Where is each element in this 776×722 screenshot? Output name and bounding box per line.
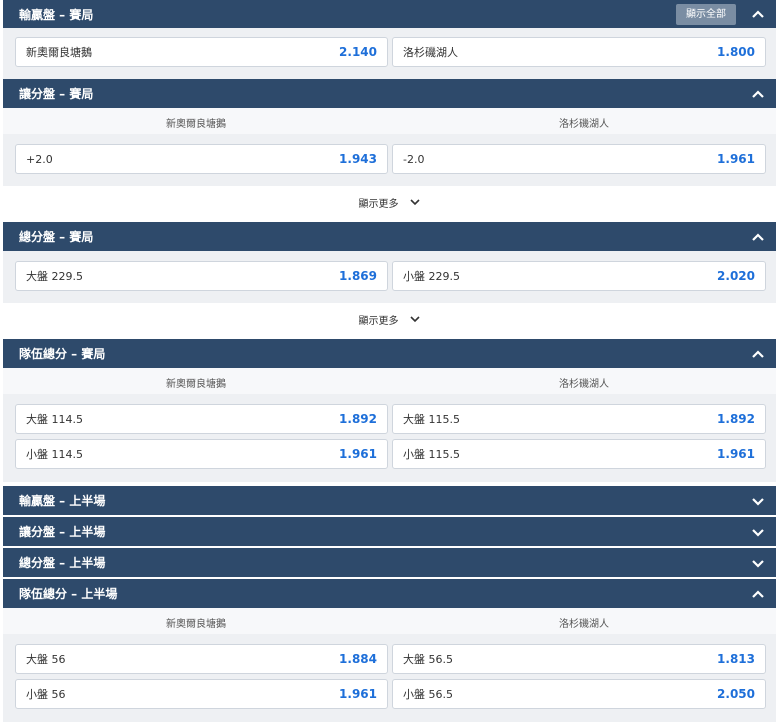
option-label: 新奧爾良塘鵝 xyxy=(26,46,92,59)
option-label: 洛杉磯湖人 xyxy=(403,46,458,59)
option-label: 大盤 115.5 xyxy=(403,413,460,426)
section-header-total-game[interactable]: 總分盤 – 賽局 xyxy=(3,222,776,251)
chevron-down-icon xyxy=(409,199,420,206)
option-price: 2.050 xyxy=(717,687,755,701)
show-more-label: 顯示更多 xyxy=(358,315,399,327)
chevron-down-icon[interactable] xyxy=(740,548,776,577)
show-more-button[interactable]: 顯示更多 xyxy=(3,304,776,334)
option-price: 1.961 xyxy=(339,687,377,701)
column-labels: 新奧爾良塘鵝 洛杉磯湖人 xyxy=(3,108,776,134)
option-label: -2.0 xyxy=(403,152,425,166)
odds-button[interactable]: 小盤 114.5 1.961 xyxy=(15,439,388,469)
column-label: 洛杉磯湖人 xyxy=(559,619,609,630)
chevron-down-icon xyxy=(409,316,420,323)
option-price: 2.020 xyxy=(717,269,755,283)
option-label: 小盤 56.5 xyxy=(403,688,453,701)
column-label: 新奧爾良塘鵝 xyxy=(166,379,226,390)
chevron-up-icon[interactable] xyxy=(740,579,776,608)
show-all-button[interactable]: 顯示全部 xyxy=(676,3,736,25)
odds-button[interactable]: 大盤 56.5 1.813 xyxy=(392,644,766,674)
odds-button[interactable]: 小盤 229.5 2.020 xyxy=(392,261,766,291)
chevron-up-icon[interactable] xyxy=(740,79,776,108)
odds-button[interactable]: 小盤 115.5 1.961 xyxy=(392,439,766,469)
option-price: 1.961 xyxy=(717,152,755,166)
column-labels: 新奧爾良塘鵝 洛杉磯湖人 xyxy=(3,368,776,394)
option-price: 1.943 xyxy=(339,152,377,166)
option-label: 大盤 114.5 xyxy=(26,413,83,426)
option-label: 大盤 56 xyxy=(26,653,66,666)
chevron-down-icon[interactable] xyxy=(740,486,776,515)
section-header-moneyline-1h[interactable]: 輸贏盤 – 上半場 xyxy=(3,486,776,515)
option-label: 小盤 56 xyxy=(26,688,66,701)
section-header-total-1h[interactable]: 總分盤 – 上半場 xyxy=(3,548,776,577)
odds-button[interactable]: 大盤 56 1.884 xyxy=(15,644,388,674)
betting-markets-panel: 輸贏盤 – 賽局 顯示全部 新奧爾良塘鵝 2.140 洛杉磯湖人 1.800 讓… xyxy=(0,0,776,722)
column-label: 新奧爾良塘鵝 xyxy=(166,619,226,630)
odds-button[interactable]: 新奧爾良塘鵝 2.140 xyxy=(15,37,388,67)
odds-button[interactable]: 洛杉磯湖人 1.800 xyxy=(392,37,766,67)
odds-button[interactable]: -2.0 1.961 xyxy=(392,144,766,174)
option-price: 1.813 xyxy=(717,652,755,666)
section-header-spread-1h[interactable]: 讓分盤 – 上半場 xyxy=(3,517,776,546)
section-title: 隊伍總分 – 上半場 xyxy=(19,587,118,601)
section-title: 隊伍總分 – 賽局 xyxy=(19,347,106,361)
option-price: 1.892 xyxy=(717,412,755,426)
section-title: 讓分盤 – 上半場 xyxy=(19,525,106,539)
chevron-up-icon[interactable] xyxy=(740,222,776,251)
option-price: 1.869 xyxy=(339,269,377,283)
chevron-up-icon[interactable] xyxy=(740,339,776,368)
option-label: 小盤 115.5 xyxy=(403,448,460,461)
section-header-spread-game[interactable]: 讓分盤 – 賽局 xyxy=(3,79,776,108)
column-label: 洛杉磯湖人 xyxy=(559,379,609,390)
option-price: 1.961 xyxy=(339,447,377,461)
section-header-moneyline-game[interactable]: 輸贏盤 – 賽局 顯示全部 xyxy=(3,0,776,28)
section-header-team-total-game[interactable]: 隊伍總分 – 賽局 xyxy=(3,339,776,368)
column-labels: 新奧爾良塘鵝 洛杉磯湖人 xyxy=(3,608,776,634)
section-header-team-total-1h[interactable]: 隊伍總分 – 上半場 xyxy=(3,579,776,608)
option-price: 1.884 xyxy=(339,652,377,666)
section-title: 輸贏盤 – 上半場 xyxy=(19,494,106,508)
option-price: 2.140 xyxy=(339,45,377,59)
odds-button[interactable]: 小盤 56 1.961 xyxy=(15,679,388,709)
section-title: 總分盤 – 上半場 xyxy=(19,556,106,570)
odds-button[interactable]: +2.0 1.943 xyxy=(15,144,388,174)
chevron-down-icon[interactable] xyxy=(740,517,776,546)
option-label: 大盤 229.5 xyxy=(26,270,83,283)
column-label: 新奧爾良塘鵝 xyxy=(166,119,226,130)
option-price: 1.800 xyxy=(717,45,755,59)
odds-button[interactable]: 大盤 229.5 1.869 xyxy=(15,261,388,291)
odds-button[interactable]: 小盤 56.5 2.050 xyxy=(392,679,766,709)
odds-button[interactable]: 大盤 115.5 1.892 xyxy=(392,404,766,434)
show-more-label: 顯示更多 xyxy=(358,198,399,210)
option-price: 1.961 xyxy=(717,447,755,461)
column-label: 洛杉磯湖人 xyxy=(559,119,609,130)
chevron-up-icon[interactable] xyxy=(740,0,776,28)
option-price: 1.892 xyxy=(339,412,377,426)
show-more-button[interactable]: 顯示更多 xyxy=(3,187,776,217)
odds-button[interactable]: 大盤 114.5 1.892 xyxy=(15,404,388,434)
section-title: 輸贏盤 – 賽局 xyxy=(19,7,94,22)
option-label: 大盤 56.5 xyxy=(403,653,453,666)
option-label: 小盤 229.5 xyxy=(403,270,460,283)
option-label: +2.0 xyxy=(26,152,53,166)
section-title: 總分盤 – 賽局 xyxy=(19,230,94,244)
section-title: 讓分盤 – 賽局 xyxy=(19,87,94,101)
option-label: 小盤 114.5 xyxy=(26,448,83,461)
